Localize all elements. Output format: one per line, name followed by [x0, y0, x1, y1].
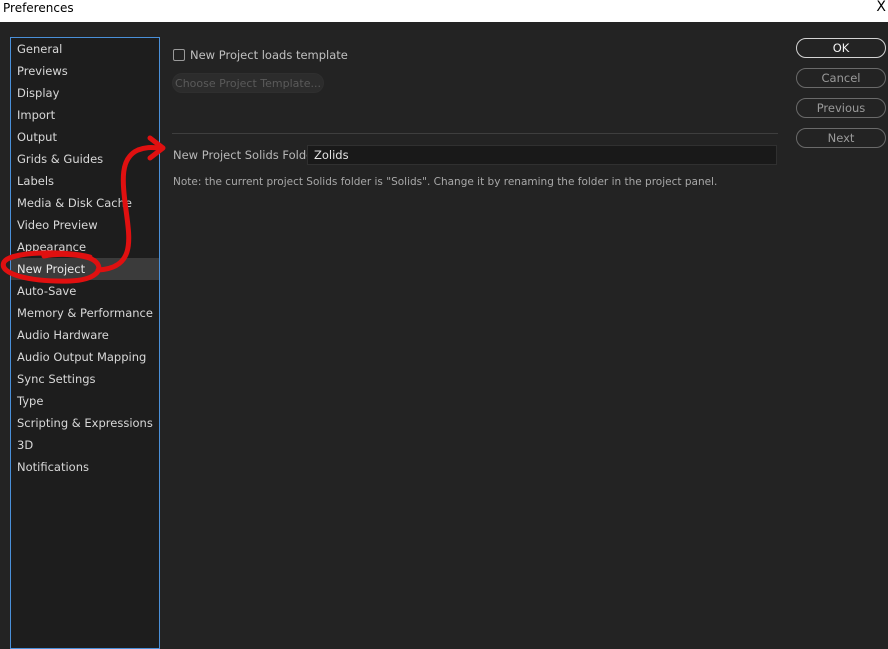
- close-icon[interactable]: X: [876, 0, 886, 15]
- window-title: Preferences: [3, 1, 74, 15]
- previous-button[interactable]: Previous: [796, 98, 886, 118]
- sidebar-item-appearance[interactable]: Appearance: [11, 236, 159, 258]
- sidebar-item-type[interactable]: Type: [11, 390, 159, 412]
- sidebar-item-scripting-expressions[interactable]: Scripting & Expressions: [11, 412, 159, 434]
- solids-folder-label: New Project Solids Folder: [173, 148, 318, 162]
- sidebar-item-video-preview[interactable]: Video Preview: [11, 214, 159, 236]
- sidebar-item-grids-guides[interactable]: Grids & Guides: [11, 148, 159, 170]
- section-divider: [172, 133, 778, 134]
- loads-template-checkbox[interactable]: [173, 49, 185, 61]
- sidebar-item-labels[interactable]: Labels: [11, 170, 159, 192]
- sidebar-item-auto-save[interactable]: Auto-Save: [11, 280, 159, 302]
- sidebar-item-import[interactable]: Import: [11, 104, 159, 126]
- cancel-button[interactable]: Cancel: [796, 68, 886, 88]
- next-button[interactable]: Next: [796, 128, 886, 148]
- solids-folder-field[interactable]: Zolids: [307, 145, 777, 165]
- ok-button[interactable]: OK: [796, 38, 886, 58]
- sidebar-item-media-disk-cache[interactable]: Media & Disk Cache: [11, 192, 159, 214]
- choose-project-template-button: Choose Project Template...: [172, 73, 324, 93]
- sidebar-item-audio-hardware[interactable]: Audio Hardware: [11, 324, 159, 346]
- preferences-category-list: General Previews Display Import Output G…: [10, 37, 160, 649]
- sidebar-item-memory-performance[interactable]: Memory & Performance: [11, 302, 159, 324]
- loads-template-label: New Project loads template: [190, 48, 348, 62]
- solids-folder-note: Note: the current project Solids folder …: [173, 176, 718, 188]
- sidebar-item-notifications[interactable]: Notifications: [11, 456, 159, 478]
- sidebar-item-output[interactable]: Output: [11, 126, 159, 148]
- loads-template-option[interactable]: New Project loads template: [172, 48, 372, 64]
- sidebar-item-display[interactable]: Display: [11, 82, 159, 104]
- sidebar-item-audio-output-mapping[interactable]: Audio Output Mapping: [11, 346, 159, 368]
- sidebar-item-new-project[interactable]: New Project: [11, 258, 159, 280]
- sidebar-item-3d[interactable]: 3D: [11, 434, 159, 456]
- sidebar-item-sync-settings[interactable]: Sync Settings: [11, 368, 159, 390]
- sidebar-item-general[interactable]: General: [11, 38, 159, 60]
- title-bar: Preferences X: [0, 0, 888, 22]
- sidebar-item-previews[interactable]: Previews: [11, 60, 159, 82]
